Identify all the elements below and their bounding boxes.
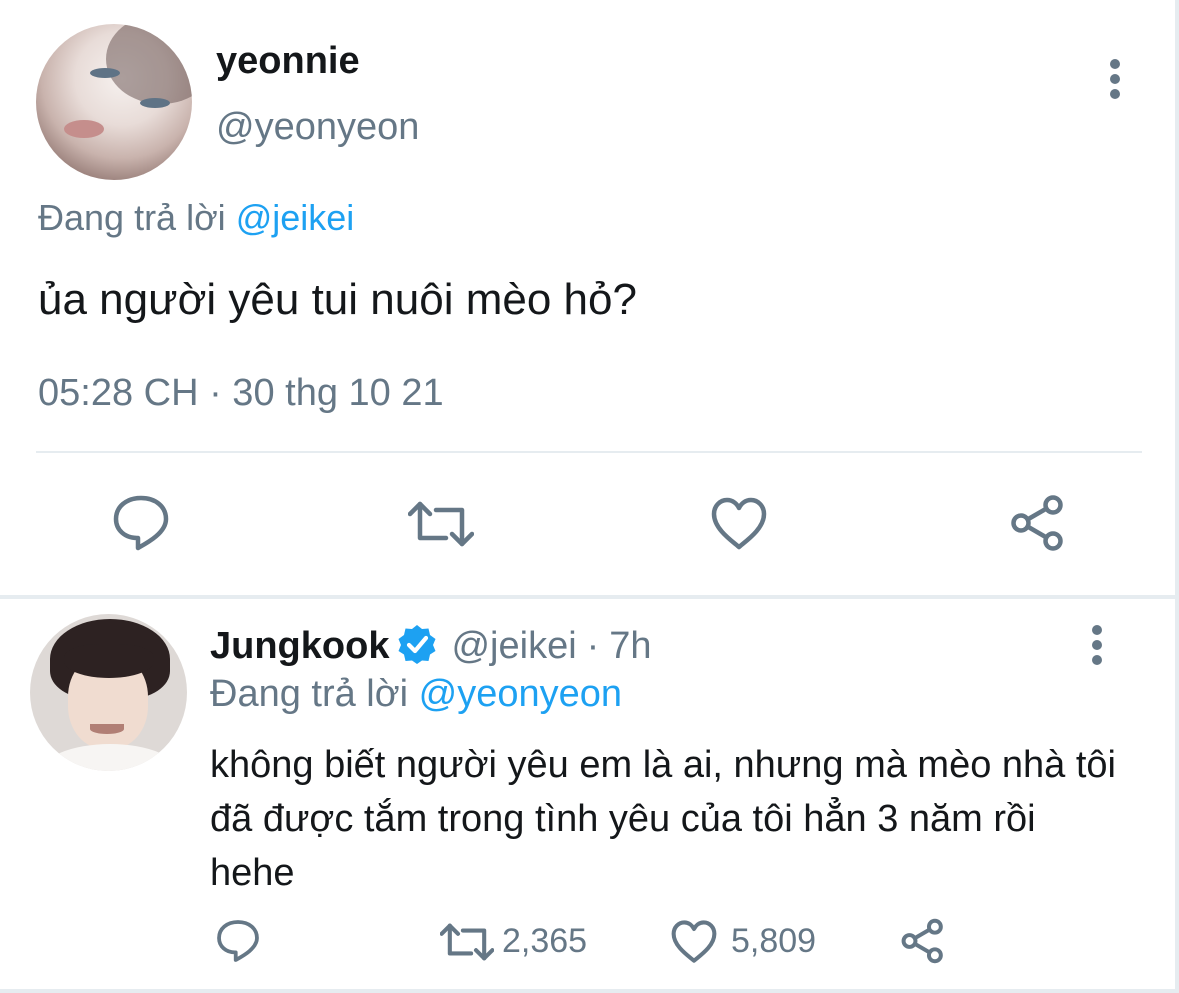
separator-dot: ·: [586, 624, 600, 667]
avatar-hair: [106, 24, 192, 104]
avatar-lip: [64, 120, 104, 138]
avatar-eye: [140, 98, 170, 108]
avatar-fringe: [64, 644, 154, 678]
avatar-smile: [90, 724, 124, 734]
display-name[interactable]: Jungkook: [210, 625, 389, 668]
replying-to-mention[interactable]: @jeikei: [236, 197, 355, 238]
main-tweet: yeonnie @yeonyeon Đang trả lời @jeikei ủ…: [0, 0, 1175, 596]
retweet-icon[interactable]: [440, 922, 494, 962]
frame-border-bottom: [0, 989, 1179, 993]
user-handle[interactable]: @jeikei: [451, 625, 576, 668]
avatar[interactable]: [36, 24, 192, 180]
reply-header: Jungkook @jeikei · 7h: [210, 622, 652, 670]
heart-icon[interactable]: [670, 920, 718, 964]
more-vertical-icon[interactable]: [1109, 59, 1121, 104]
user-handle[interactable]: @yeonyeon: [216, 106, 419, 149]
tweet-time[interactable]: 7h: [609, 625, 651, 668]
share-icon[interactable]: [899, 918, 947, 964]
avatar-eye: [90, 68, 120, 78]
heart-icon[interactable]: [710, 497, 768, 551]
retweet-count: 2,365: [502, 922, 588, 960]
replying-to-line: Đang trả lời @jeikei: [38, 197, 354, 239]
divider: [36, 451, 1142, 453]
tweet-text: ủa người yêu tui nuôi mèo hỏ?: [38, 275, 637, 324]
frame-border-right: [1175, 0, 1179, 993]
avatar[interactable]: [30, 614, 187, 771]
display-name[interactable]: yeonnie: [216, 40, 360, 83]
replying-to-line: Đang trả lời @yeonyeon: [210, 673, 622, 716]
reply-icon[interactable]: [215, 919, 261, 963]
tweet-timestamp[interactable]: 05:28 CH · 30 thg 10 21: [38, 372, 444, 415]
more-vertical-icon[interactable]: [1091, 625, 1103, 670]
tweet-text: không biết người yêu em là ai, nhưng mà …: [210, 744, 1116, 894]
reply-icon[interactable]: [111, 494, 171, 552]
share-icon[interactable]: [1008, 494, 1068, 552]
retweet-icon[interactable]: [408, 500, 474, 548]
section-separator: [0, 595, 1175, 599]
avatar-shirt: [40, 744, 180, 771]
replying-to-mention[interactable]: @yeonyeon: [419, 673, 622, 715]
like-count: 5,809: [731, 922, 817, 960]
verified-badge-icon: [397, 624, 437, 669]
replying-prefix: Đang trả lời: [38, 197, 226, 238]
replying-prefix: Đang trả lời: [210, 673, 409, 715]
